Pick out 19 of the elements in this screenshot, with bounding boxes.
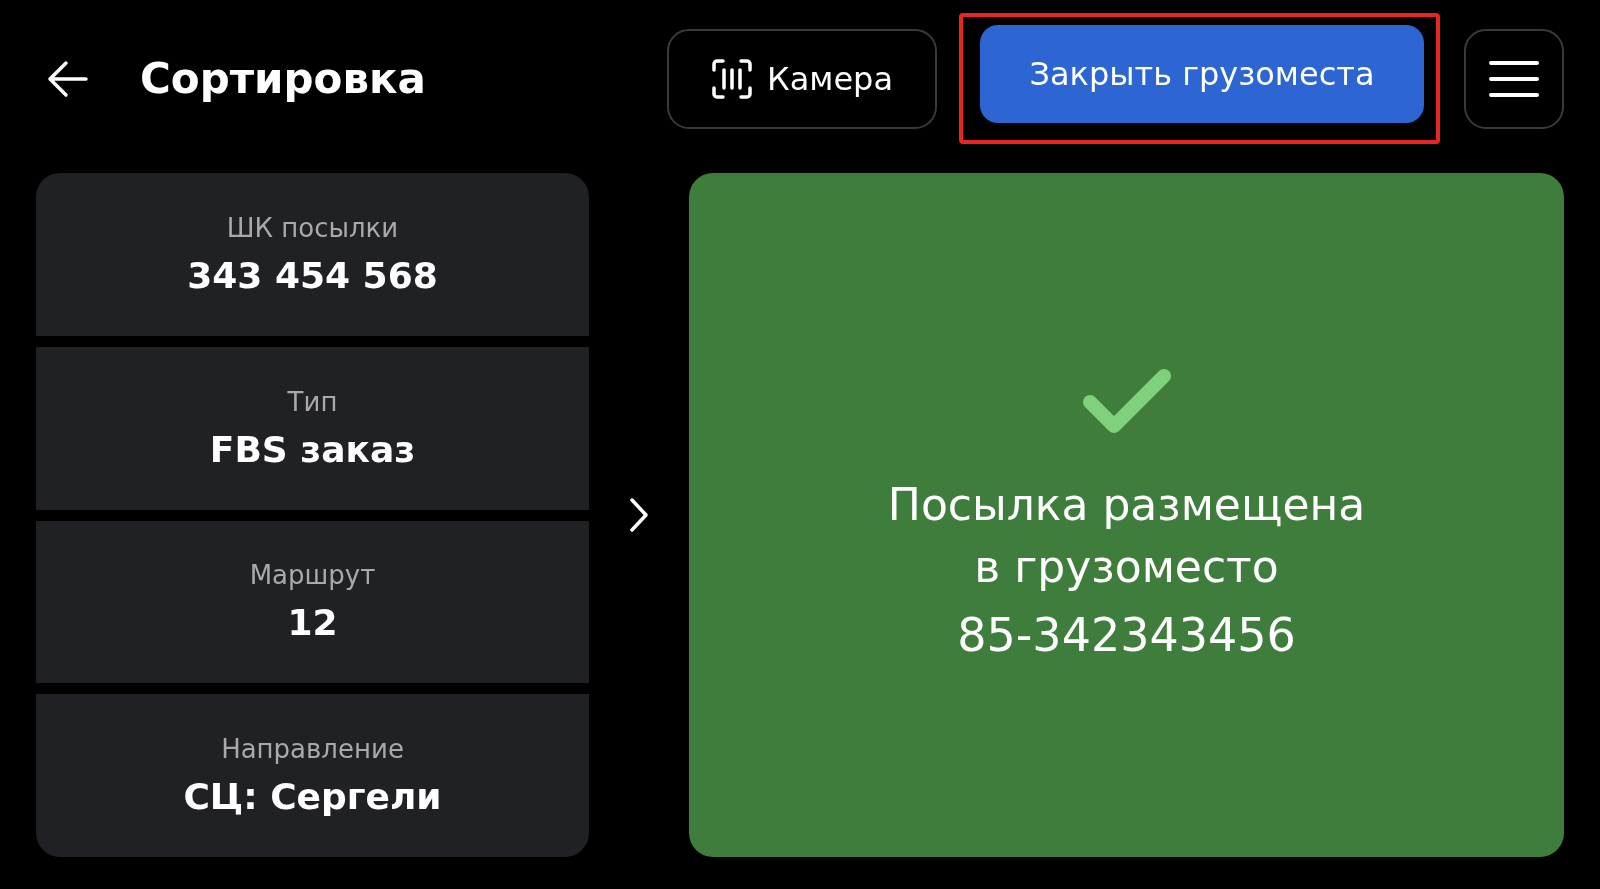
page-title: Сортировка	[140, 54, 427, 103]
info-value: 343 454 568	[187, 254, 438, 296]
close-cargo-button[interactable]: Закрыть грузоместа	[980, 25, 1424, 123]
info-label: ШК посылки	[226, 212, 399, 243]
info-label: Направление	[221, 734, 404, 765]
result-message: Посылка размещена в грузоместо	[887, 478, 1366, 594]
back-arrow-icon	[46, 58, 90, 99]
camera-button[interactable]: Камера	[667, 28, 937, 129]
info-value: 12	[287, 602, 338, 644]
menu-icon	[1488, 59, 1540, 98]
menu-button[interactable]	[1464, 28, 1564, 129]
info-label: Маршрут	[249, 560, 376, 591]
info-label: Тип	[287, 386, 338, 417]
checkmark-icon	[1081, 368, 1172, 435]
info-value: СЦ: Сергели	[183, 776, 442, 818]
chevron-right-icon	[629, 497, 649, 533]
cargo-code: 85-342343456	[957, 607, 1296, 662]
barcode-scan-icon	[710, 57, 753, 100]
info-value: FBS заказ	[209, 428, 416, 470]
